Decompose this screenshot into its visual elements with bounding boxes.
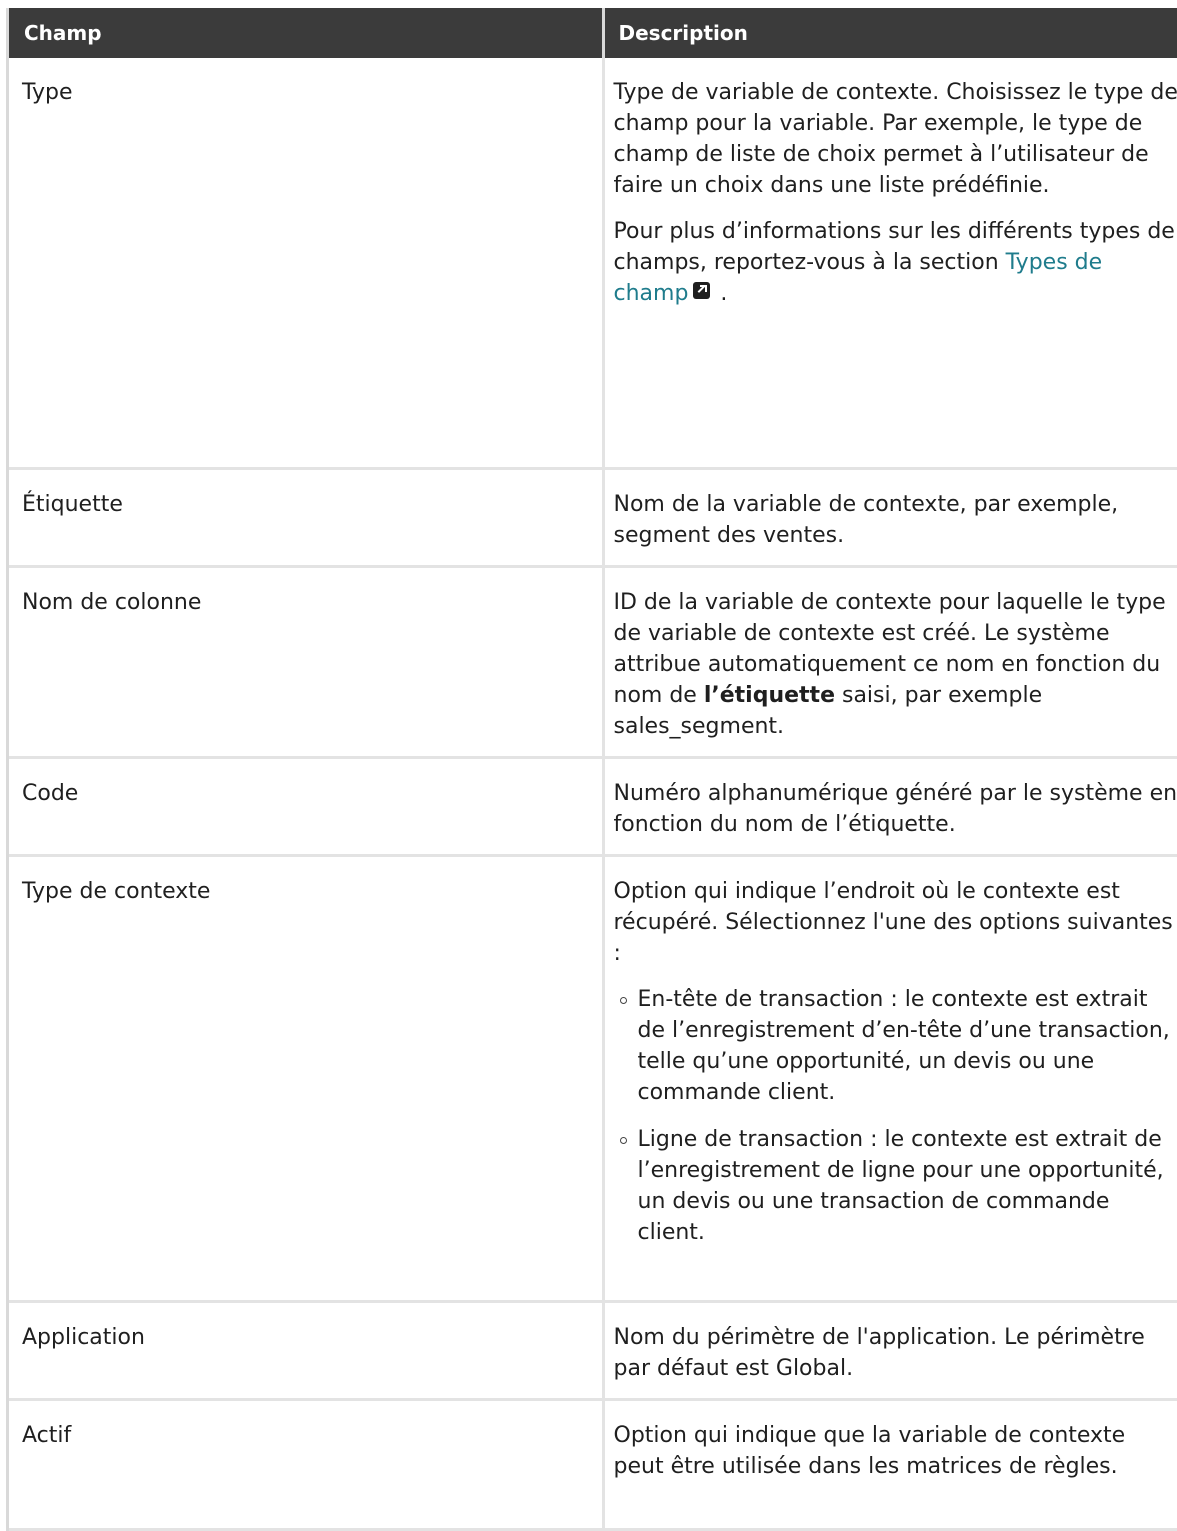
list-item-text: Ligne de transaction : le contexte est e… (638, 1127, 1164, 1245)
table-row: Code Numéro alphanumérique généré par le… (9, 757, 1177, 855)
field-description: Nom du périmètre de l'application. Le pé… (603, 1301, 1177, 1399)
table-row: Type Type de variable de contexte. Chois… (9, 58, 1177, 468)
label-emphasis: l’étiquette (704, 683, 835, 708)
field-name: Code (9, 757, 603, 855)
field-name: Actif (9, 1399, 603, 1529)
list-item-text: En-tête de transaction : le contexte est… (638, 987, 1170, 1105)
table-row: Nom de colonne ID de la variable de cont… (9, 566, 1177, 757)
description-paragraph: Pour plus d’informations sur les différe… (614, 216, 1177, 309)
table-row: Type de contexte Option qui indique l’en… (9, 855, 1177, 1301)
fields-table: Champ Description Type Type de variable … (9, 8, 1177, 1531)
field-description: Nom de la variable de contexte, par exem… (603, 468, 1177, 566)
list-item: En-tête de transaction : le contexte est… (614, 984, 1177, 1108)
table-header-row: Champ Description (9, 8, 1177, 58)
table-row: Étiquette Nom de la variable de contexte… (9, 468, 1177, 566)
field-name: Nom de colonne (9, 566, 603, 757)
field-name: Application (9, 1301, 603, 1399)
description-paragraph: Type de variable de contexte. Choisissez… (614, 77, 1177, 201)
field-description: Option qui indique que la variable de co… (603, 1399, 1177, 1529)
fields-table-container: Champ Description Type Type de variable … (6, 8, 1177, 1531)
bullet-icon (620, 997, 627, 1004)
bullet-icon (620, 1137, 627, 1144)
external-link-icon (693, 282, 710, 299)
field-name: Étiquette (9, 468, 603, 566)
options-list: En-tête de transaction : le contexte est… (614, 984, 1177, 1248)
field-name: Type (9, 58, 603, 468)
header-description: Description (603, 8, 1177, 58)
header-field: Champ (9, 8, 603, 58)
field-description: Option qui indique l’endroit où le conte… (603, 855, 1177, 1301)
field-description: Type de variable de contexte. Choisissez… (603, 58, 1177, 468)
table-row: Actif Option qui indique que la variable… (9, 1399, 1177, 1529)
field-description: Numéro alphanumérique généré par le syst… (603, 757, 1177, 855)
field-description: ID de la variable de contexte pour laque… (603, 566, 1177, 757)
field-name: Type de contexte (9, 855, 603, 1301)
description-text: . (720, 281, 727, 306)
table-row: Application Nom du périmètre de l'applic… (9, 1301, 1177, 1399)
description-paragraph: Option qui indique l’endroit où le conte… (614, 876, 1177, 969)
list-item: Ligne de transaction : le contexte est e… (614, 1124, 1177, 1248)
